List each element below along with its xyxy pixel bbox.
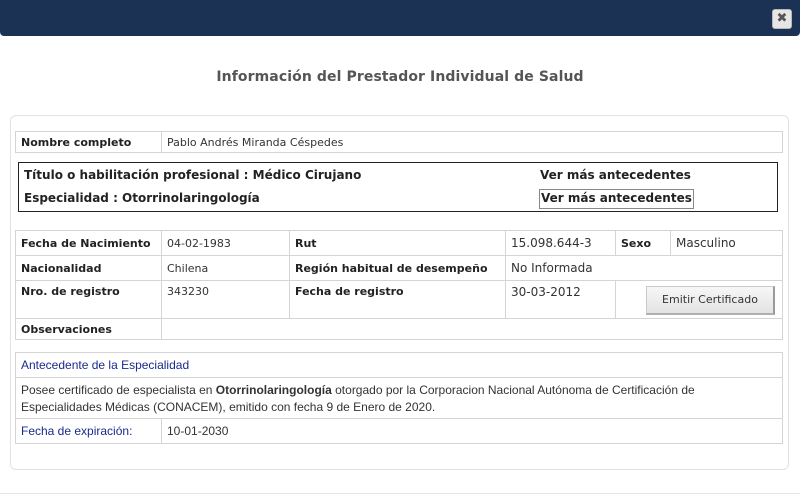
desc-before: Posee certificado de especialista en [21, 383, 216, 397]
nro-registro-value: 343230 [161, 280, 290, 319]
table-row: Nacionalidad Chilena Región habitual de … [15, 255, 783, 281]
dialog-titlebar: ✖ [0, 0, 800, 36]
emit-cell: Emitir Certificado [615, 280, 783, 319]
fecha-nacimiento-label: Fecha de Nacimiento [15, 230, 162, 256]
titles-box: Título o habilitación profesional : Médi… [18, 162, 778, 212]
sexo-value: Masculino [670, 230, 783, 256]
region-value: No Informada [505, 255, 783, 281]
table-row: Fecha de expiración: 10-01-2030 [15, 418, 783, 444]
especialidad-ver-mas-link[interactable]: Ver más antecedentes [539, 189, 694, 209]
emitir-certificado-button[interactable]: Emitir Certificado [646, 285, 775, 315]
titulo-text: Título o habilitación profesional : Médi… [24, 168, 362, 182]
page-title: Información del Prestador Individual de … [216, 69, 584, 85]
name-table: Nombre completo Pablo Andrés Miranda Cés… [15, 131, 783, 153]
nombre-label: Nombre completo [15, 131, 162, 153]
rut-label: Rut [289, 230, 506, 256]
table-row: Nombre completo Pablo Andrés Miranda Cés… [15, 131, 783, 153]
table-row: Observaciones [15, 318, 783, 340]
antecedente-table: Antecedente de la Especialidad Posee cer… [15, 352, 783, 444]
nacionalidad-value: Chilena [161, 255, 290, 281]
table-row: Fecha de Nacimiento 04-02-1983 Rut 15.09… [15, 230, 783, 256]
fecha-registro-label: Fecha de registro [289, 280, 506, 319]
fecha-registro-value: 30-03-2012 [505, 280, 616, 319]
footer-divider [0, 493, 800, 494]
table-row: Posee certificado de especialista en Oto… [15, 377, 783, 419]
expiracion-value: 10-01-2030 [161, 418, 783, 444]
titulo-ver-mas-link[interactable]: Ver más antecedentes [540, 166, 691, 184]
observaciones-label: Observaciones [15, 318, 162, 340]
antecedente-description: Posee certificado de especialista en Oto… [15, 377, 783, 419]
close-icon[interactable]: ✖ [772, 9, 792, 29]
observaciones-value [161, 318, 783, 340]
nacionalidad-label: Nacionalidad [15, 255, 162, 281]
fecha-nacimiento-value: 04-02-1983 [161, 230, 290, 256]
rut-value: 15.098.644-3 [505, 230, 616, 256]
especialidad-text: Especialidad : Otorrinolaringología [24, 191, 260, 205]
antecedente-title: Antecedente de la Especialidad [15, 352, 783, 378]
desc-specialty: Otorrinolaringología [215, 383, 332, 397]
sexo-label: Sexo [615, 230, 671, 256]
nro-registro-label: Nro. de registro [15, 280, 162, 319]
details-table: Fecha de Nacimiento 04-02-1983 Rut 15.09… [15, 230, 783, 340]
expiracion-label: Fecha de expiración: [15, 418, 162, 444]
region-label: Región habitual de desempeño [289, 255, 506, 281]
table-row: Antecedente de la Especialidad [15, 352, 783, 378]
nombre-value: Pablo Andrés Miranda Céspedes [161, 131, 783, 153]
table-row: Nro. de registro 343230 Fecha de registr… [15, 280, 783, 319]
